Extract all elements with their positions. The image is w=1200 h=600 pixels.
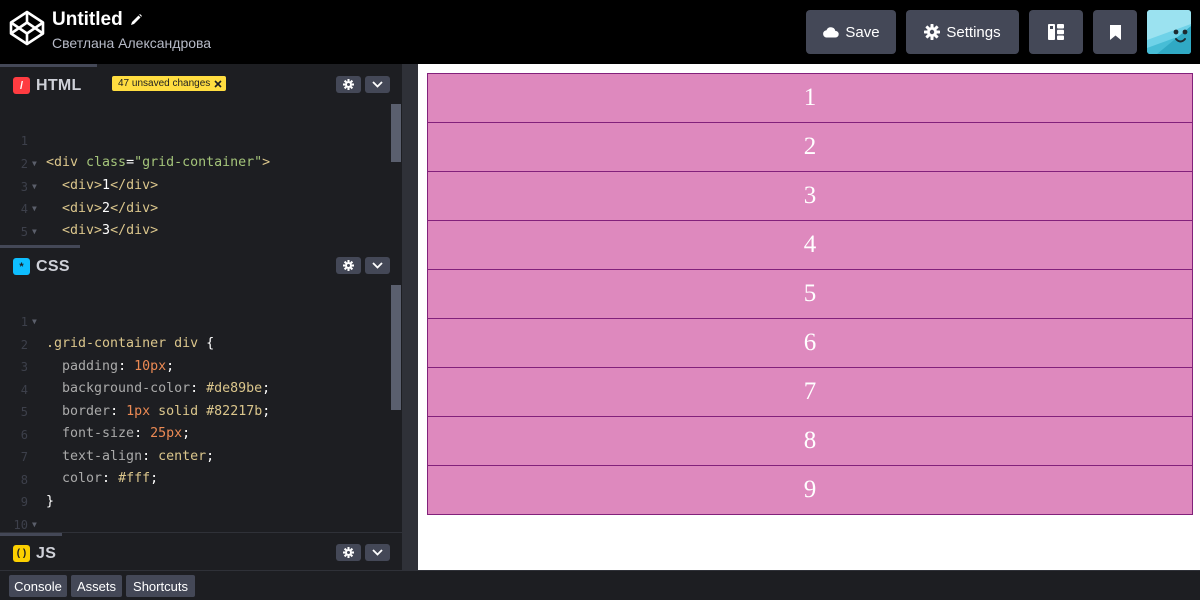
code-line: 7 color: #fff; xyxy=(0,424,390,486)
code-line: 4 border: 1px solid #82217b; xyxy=(0,357,390,419)
settings-button[interactable]: Settings xyxy=(906,10,1019,54)
code-line: 1 <div class="grid-container"> xyxy=(0,108,390,170)
grid-cell: 5 xyxy=(427,269,1193,319)
cloud-icon xyxy=(823,27,840,38)
html-settings-button[interactable] xyxy=(336,76,361,93)
js-tab-label: JS xyxy=(36,544,57,562)
js-collapse-button[interactable] xyxy=(365,544,390,561)
code-line: 8 } xyxy=(0,447,390,509)
code-line: 6 text-align: center; xyxy=(0,402,390,464)
grid-cell: 6 xyxy=(427,318,1193,368)
css-scrollbar[interactable] xyxy=(391,285,401,410)
grid-cell: 8 xyxy=(427,416,1193,466)
resize-divider[interactable] xyxy=(402,64,418,570)
bookmark-button[interactable] xyxy=(1093,10,1137,54)
code-line: 5 font-size: 25px; xyxy=(0,379,390,441)
css-editor-header: * CSS xyxy=(0,245,402,285)
avatar[interactable] xyxy=(1147,10,1191,54)
css-settings-button[interactable] xyxy=(336,257,361,274)
html-tab-label: HTML xyxy=(36,76,82,94)
js-editor: ( ) JS xyxy=(0,532,402,570)
code-line: 6▼ <div>5</div> xyxy=(0,221,390,243)
html-lang-icon: / xyxy=(13,77,30,94)
grid-cell: 9 xyxy=(427,465,1193,515)
author-name[interactable]: Светлана Александрова xyxy=(52,35,211,51)
code-line: 11 display: grid; xyxy=(0,514,390,532)
js-editor-header: ( ) JS xyxy=(0,533,402,570)
change-view-button[interactable] xyxy=(1029,10,1083,54)
css-editor: * CSS 1 ▼ .grid-container div { 2 padding… xyxy=(0,245,402,532)
settings-label: Settings xyxy=(946,23,1001,41)
code-line: 5▼ <div>4</div> xyxy=(0,199,390,247)
console-button[interactable]: Console xyxy=(9,575,67,597)
chevron-down-icon xyxy=(372,549,383,556)
chevron-down-icon xyxy=(372,81,383,88)
result-preview[interactable]: 1 2 3 4 5 6 7 8 9 xyxy=(418,64,1200,570)
pencil-icon[interactable] xyxy=(129,13,143,27)
assets-button[interactable]: Assets xyxy=(71,575,122,597)
gear-icon xyxy=(343,260,354,271)
code-line: 4 ▼ <div>3</div> xyxy=(0,176,390,238)
css-collapse-button[interactable] xyxy=(365,257,390,274)
pen-title[interactable]: Untitled xyxy=(52,8,211,32)
html-editor: / HTML 47 unsaved changes 1 <div class="… xyxy=(0,64,402,247)
tab-js[interactable]: ( ) JS xyxy=(0,533,62,570)
code-line: 2 ▼ <div>1</div> xyxy=(0,131,390,193)
grid-cell: 3 xyxy=(427,171,1193,221)
chevron-down-icon xyxy=(372,262,383,269)
grid-container: 1 2 3 4 5 6 7 8 9 xyxy=(427,73,1193,515)
css-lang-icon: * xyxy=(13,258,30,275)
pen-title-block: Untitled Светлана Александрова xyxy=(52,8,211,51)
gear-icon xyxy=(343,79,354,90)
html-code-area[interactable]: 1 <div class="grid-container"> 2 ▼ <div>1… xyxy=(0,104,402,247)
html-collapse-button[interactable] xyxy=(365,76,390,93)
js-lang-icon: ( ) xyxy=(13,545,30,562)
gear-icon xyxy=(343,547,354,558)
code-line: 2 padding: 10px; xyxy=(0,312,390,374)
tab-css[interactable]: * CSS xyxy=(0,245,80,285)
grid-cell: 2 xyxy=(427,122,1193,172)
grid-cell: 4 xyxy=(427,220,1193,270)
close-icon[interactable] xyxy=(214,79,222,88)
code-line: 9 xyxy=(0,469,390,509)
layout-icon xyxy=(1048,24,1064,40)
css-tab-label: CSS xyxy=(36,257,70,275)
codepen-logo-icon[interactable] xyxy=(9,10,45,46)
code-line: 3 background-color: #de89be; xyxy=(0,334,390,396)
html-editor-header: / HTML 47 unsaved changes xyxy=(0,64,402,104)
code-line: 10▼ .grid-container { xyxy=(0,492,390,532)
css-code-area[interactable]: 1 ▼ .grid-container div { 2 padding: 10px… xyxy=(0,285,402,532)
grid-cell: 1 xyxy=(427,73,1193,123)
unsaved-changes-badge[interactable]: 47 unsaved changes xyxy=(112,76,227,91)
top-bar: Untitled Светлана Александрова Save Sett… xyxy=(0,0,1200,64)
bottom-bar: Console Assets Shortcuts xyxy=(0,570,1200,600)
save-button[interactable]: Save xyxy=(806,10,896,54)
gear-icon xyxy=(924,24,941,40)
code-line: 3 ▼ <div>2</div> xyxy=(0,154,390,216)
grid-cell: 7 xyxy=(427,367,1193,417)
html-scrollbar[interactable] xyxy=(391,104,401,162)
pen-title-text[interactable]: Untitled xyxy=(52,9,123,31)
shortcuts-button[interactable]: Shortcuts xyxy=(126,575,195,597)
unsaved-badge-wrap: 47 unsaved changes xyxy=(100,76,227,91)
unsaved-changes-text: 47 unsaved changes xyxy=(118,78,211,89)
js-settings-button[interactable] xyxy=(336,544,361,561)
bookmark-icon xyxy=(1109,24,1121,40)
tab-html[interactable]: / HTML xyxy=(0,64,97,104)
save-label: Save xyxy=(845,23,880,41)
code-line: 1 ▼ .grid-container div { xyxy=(0,289,390,351)
